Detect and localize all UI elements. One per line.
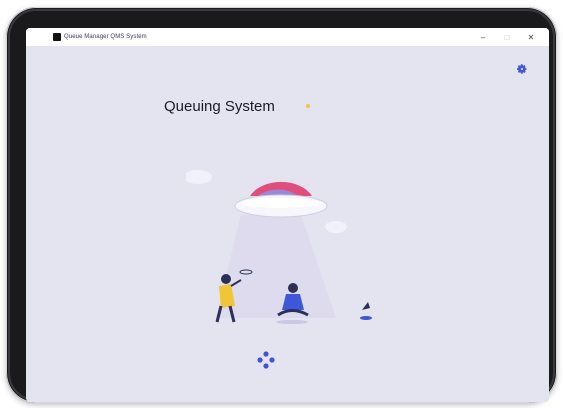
small-figure [360, 302, 372, 320]
tablet-frame: Queue Manager QMS System – □ ✕ Queuing S… [6, 7, 557, 403]
window-controls: – □ ✕ [471, 28, 543, 46]
cloud-left [186, 170, 212, 184]
page-title: Queuing System [164, 98, 275, 115]
ufo-beam-illustration [186, 170, 372, 324]
app-window: Queue Manager QMS System – □ ✕ Queuing S… [26, 28, 549, 402]
gear-icon[interactable] [516, 63, 528, 75]
window-title: Queue Manager QMS System [64, 34, 147, 40]
app-logo-icon [53, 33, 61, 41]
window-titlebar: Queue Manager QMS System – □ ✕ [26, 28, 549, 46]
accent-dot [306, 104, 310, 108]
cloud-right [325, 221, 347, 233]
maximize-button[interactable]: □ [495, 28, 519, 46]
minimize-button[interactable]: – [471, 28, 495, 46]
loading-dots-icon [257, 351, 275, 369]
close-button[interactable]: ✕ [519, 28, 543, 46]
